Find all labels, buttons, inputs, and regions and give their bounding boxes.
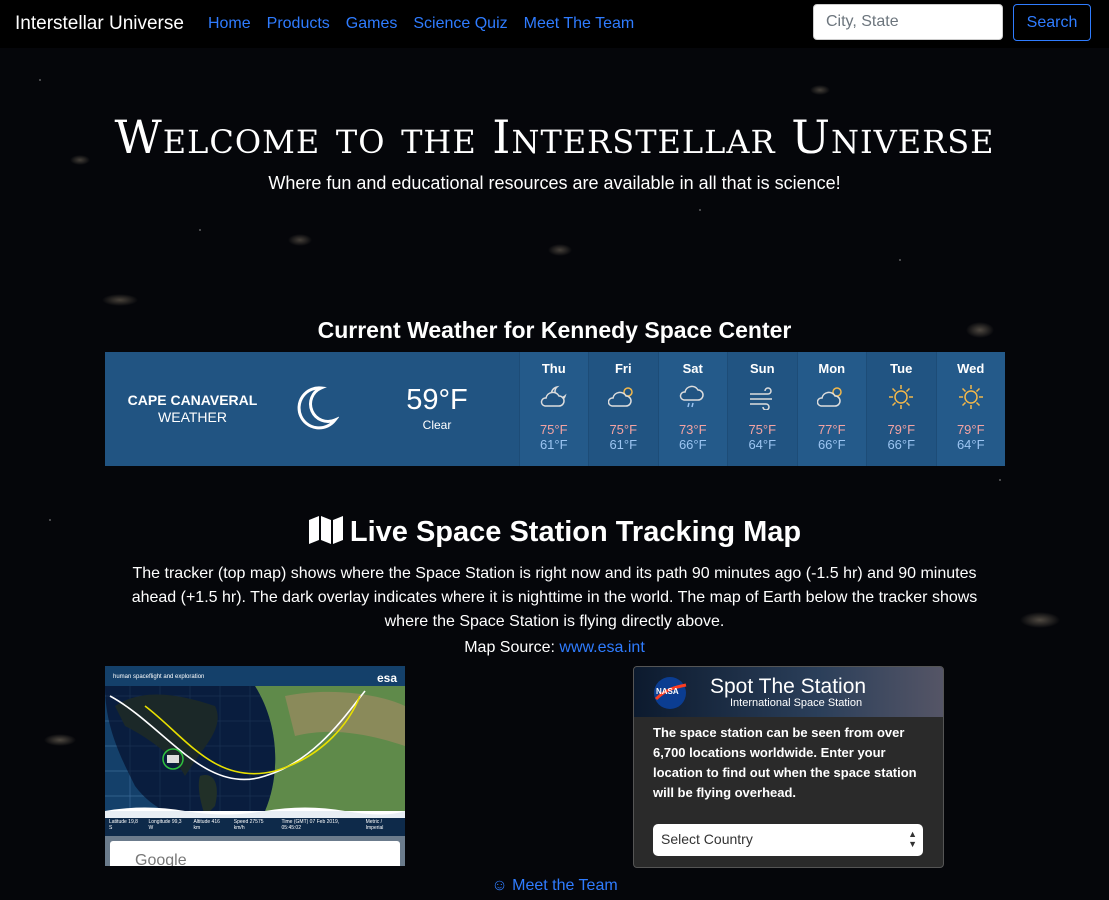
forecast-day: Sat 73°F 66°F [657,352,728,466]
partly-cloudy-night-icon [520,384,589,414]
day-high: 73°F [678,422,707,437]
readout-time: Time (GMT) 07 Feb 2019, 05:45:02 [281,819,340,831]
day-low: 61°F [539,437,568,452]
readout-altitude: Altitude 416 km [193,819,220,831]
spot-header: NASA Spot The Station International Spac… [634,667,943,717]
day-name: Tue [890,361,913,376]
hero-subtitle: Where fun and educational resources are … [268,173,841,193]
day-name: Sat [682,361,703,376]
iss-tracker-map[interactable]: human spaceflight and exploration esa La… [105,666,405,866]
esa-logo: esa [377,671,398,685]
forecast-day: Thu 75°F 61°F [518,352,589,466]
map-source: Map Source: www.esa.int [0,639,1109,657]
smile-icon: ☺ [491,877,508,894]
footer-meet-the-team[interactable]: ☺ Meet the Team [0,877,1109,895]
day-low: 64°F [748,437,777,452]
tracker-caption: human spaceflight and exploration [113,674,205,680]
day-name: Sun [749,361,775,376]
forecast-day: Sun 75°F 64°F [727,352,797,466]
nav-meet-the-team[interactable]: Meet The Team [524,15,635,33]
hero-title: Welcome to the Interstellar Universe [114,110,995,164]
day-name: Fri [614,361,632,376]
nav-science-quiz[interactable]: Science Quiz [413,15,507,33]
spot-the-station-widget: NASA Spot The Station International Spac… [633,666,944,868]
nav-home[interactable]: Home [208,15,251,33]
map-icon [308,516,343,544]
sun-icon [867,384,936,414]
partly-cloudy-icon [589,384,658,414]
forecast-day: Wed 79°F 64°F [935,352,1006,466]
day-low: 64°F [956,437,985,452]
wind-icon [728,384,797,414]
rain-cloud-icon [659,384,728,414]
location-name: CAPE CANAVERAL [127,392,258,408]
nav-links: Home Products Games Science Quiz Meet Th… [208,15,634,33]
tracker-map-graphic [105,666,405,866]
nav-products[interactable]: Products [267,15,330,33]
forecast-day: Tue 79°F 66°F [866,352,936,466]
day-low: 66°F [887,437,916,452]
spot-description: The space station can be seen from over … [653,725,917,800]
readout-longitude: Longitude 99,3 W [148,819,182,831]
day-low: 66°F [817,437,846,452]
nav-games[interactable]: Games [346,15,398,33]
day-high: 75°F [539,422,568,437]
day-high: 77°F [817,422,846,437]
country-select[interactable]: Select Country ▲ ▼ [653,824,923,856]
map-source-link[interactable]: www.esa.int [559,639,644,656]
current-condition: Clear [422,418,452,432]
tracking-title-text: Live Space Station Tracking Map [349,516,802,548]
metric-imperial-toggle[interactable]: Metric / Imperial [366,819,401,831]
moon-icon [297,386,339,430]
day-high: 79°F [956,422,985,437]
tracking-title: Live Space Station Tracking Map [0,515,1109,549]
forecast-day: Mon 77°F 66°F [796,352,867,466]
forecast-day: Fri 75°F 61°F [588,352,658,466]
map-source-label: Map Source: [464,639,555,656]
readout-speed: Speed 27575 km/h [233,819,264,831]
select-arrows-icon: ▲ ▼ [908,829,917,849]
day-low: 61°F [609,437,638,452]
current-temp: 59°F [406,384,468,416]
navbar: Interstellar Universe Home Products Game… [0,0,1109,48]
day-high: 75°F [748,422,777,437]
day-high: 75°F [609,422,638,437]
brand-link[interactable]: Interstellar Universe [15,13,184,35]
search-button[interactable]: Search [1013,4,1091,41]
weather-heading: Current Weather for Kennedy Space Center [317,317,792,343]
weather-location: CAPE CANAVERAL WEATHER [105,392,280,426]
weather-widget[interactable]: CAPE CANAVERAL WEATHER 59°F Clear Thu 75… [105,352,1005,466]
search-input[interactable] [813,4,1003,40]
day-low: 66°F [678,437,707,452]
partly-cloudy-icon [798,384,867,414]
day-high: 79°F [887,422,916,437]
spot-subtitle: International Space Station [730,697,863,709]
footer-link-text: Meet the Team [512,877,618,894]
day-name: Wed [957,361,985,376]
spot-title: Spot The Station [710,675,867,698]
location-sub: WEATHER [158,409,227,425]
day-name: Thu [541,361,566,376]
tracker-readouts: Latitude 19,8 S Longitude 99,3 W Altitud… [109,819,401,831]
readout-latitude: Latitude 19,8 S [109,819,138,831]
day-name: Mon [818,361,846,376]
nasa-logo-text: NASA [656,687,679,696]
sun-icon [937,384,1006,414]
forecast: Thu 75°F 61°F Fri 75°F 61°F Sat 73°F 66°… [518,352,1006,466]
country-select-value: Select Country [661,831,753,847]
current-weather: CAPE CANAVERAL WEATHER 59°F Clear [105,352,519,466]
google-label: Google [135,852,187,866]
tracking-description: The tracker (top map) shows where the Sp… [131,565,978,630]
